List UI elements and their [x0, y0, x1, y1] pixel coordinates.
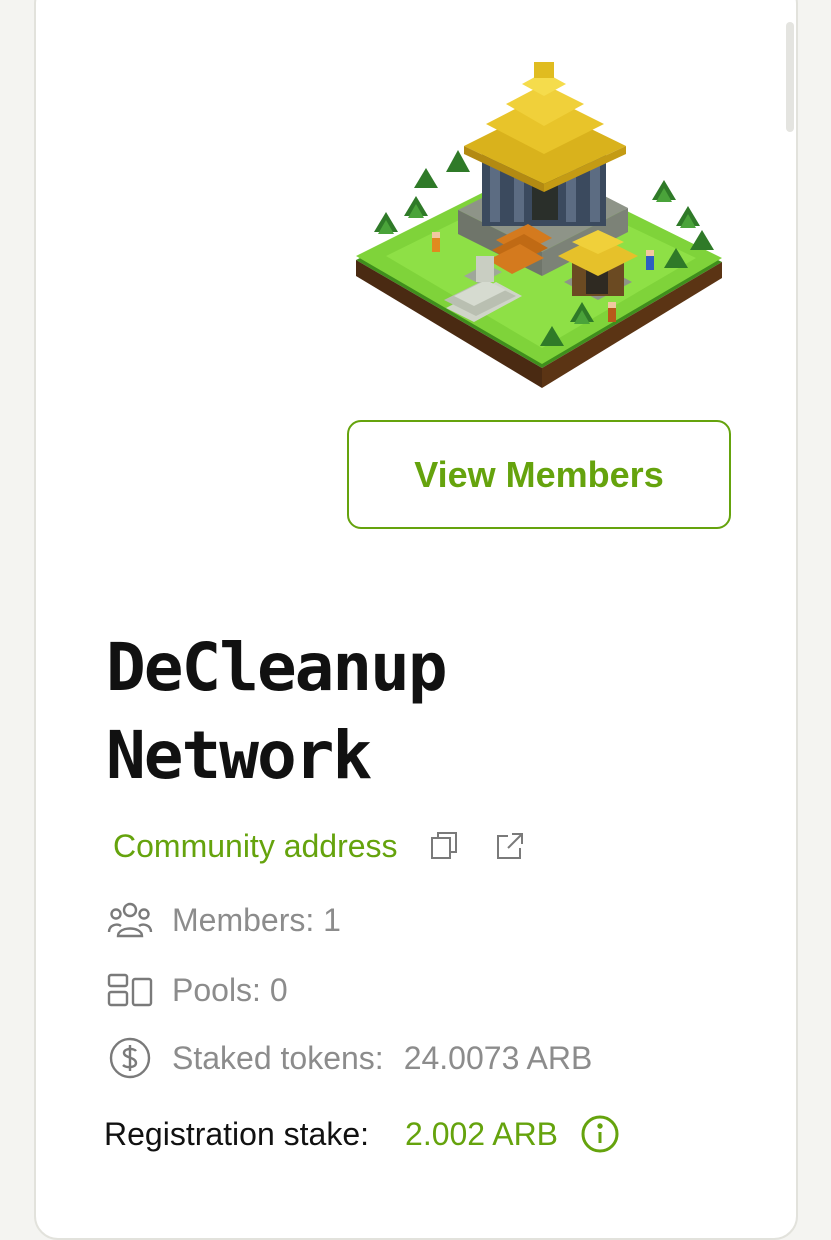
members-text: Members: 1	[172, 901, 341, 938]
info-icon[interactable]	[580, 1114, 620, 1154]
community-illustration	[356, 62, 722, 388]
users-icon	[106, 896, 154, 944]
registration-stake-label: Registration stake:	[104, 1115, 370, 1152]
staked-label: Staked tokens:	[172, 1039, 384, 1076]
staked-stat: Staked tokens: 24.0073 ARB	[106, 1034, 592, 1082]
staked-value: 24.0073 ARB	[403, 1039, 593, 1076]
view-members-button[interactable]: View Members	[347, 420, 731, 529]
scrollbar[interactable]	[786, 22, 794, 132]
dollar-circle-icon	[106, 1034, 154, 1082]
registration-stake-row: Registration stake: 2.002 ARB	[104, 1110, 620, 1158]
external-link-icon[interactable]	[490, 826, 530, 866]
community-title: DeCleanup Network	[106, 629, 448, 794]
community-address-link[interactable]: Community address	[113, 828, 398, 865]
copy-icon[interactable]	[424, 826, 464, 866]
members-stat: Members: 1	[106, 896, 341, 944]
pools-stat: Pools: 0	[106, 966, 288, 1014]
layout-icon	[106, 966, 154, 1014]
community-address-row: Community address	[113, 822, 530, 870]
registration-stake-value: 2.002 ARB	[405, 1115, 559, 1152]
pools-text: Pools: 0	[172, 971, 288, 1008]
